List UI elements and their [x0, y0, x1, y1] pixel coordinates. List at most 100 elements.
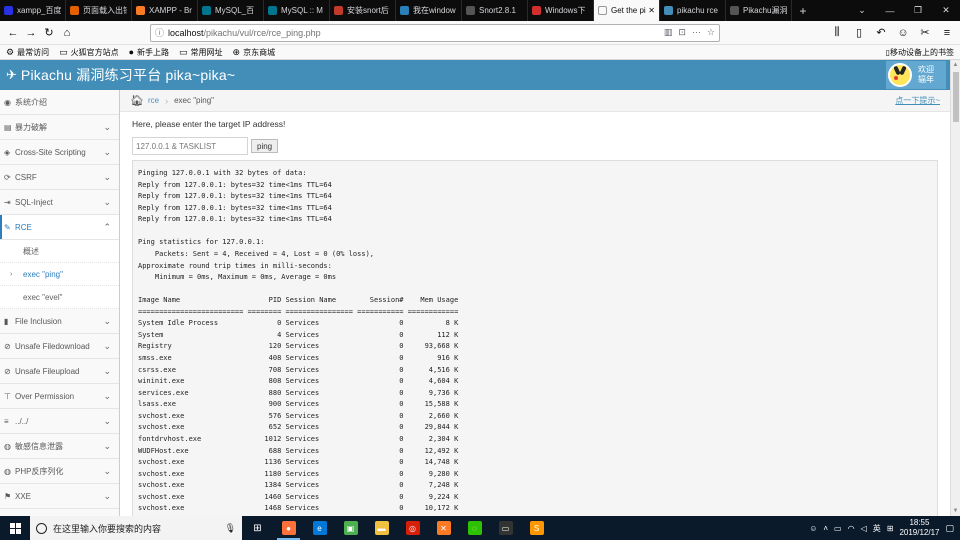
- bookmark-item[interactable]: ● 新手上路: [129, 47, 169, 58]
- page-scrollbar[interactable]: ▲ ▼: [950, 60, 960, 516]
- volume-icon[interactable]: ◁: [861, 524, 867, 533]
- notification-icon[interactable]: ▢: [945, 523, 954, 534]
- more-actions-icon[interactable]: ···: [692, 27, 701, 38]
- restore-icon[interactable]: ❐: [904, 0, 932, 21]
- browser-tab[interactable]: 我在window: [396, 0, 462, 21]
- minimize-icon[interactable]: —: [876, 0, 904, 21]
- start-button[interactable]: [0, 516, 30, 540]
- app-title[interactable]: Pikachu 漏洞练习平台 pika~pika~: [21, 65, 235, 85]
- url-bar[interactable]: ⓘ localhost/pikachu/vul/rce/rce_ping.php…: [150, 23, 720, 42]
- home-icon[interactable]: 🏠︎: [130, 94, 144, 107]
- taskbar-app[interactable]: ▬: [366, 516, 397, 540]
- account-icon[interactable]: ☺: [894, 24, 912, 42]
- sidebar-item[interactable]: ⇥ SQL-Inject ⌄: [0, 190, 119, 215]
- sidebar-item[interactable]: ▤ 暴力破解 ⌄: [0, 115, 119, 140]
- sidebar-toggle-icon[interactable]: ▯: [850, 24, 868, 42]
- close-tab-icon[interactable]: ✕: [648, 6, 655, 15]
- page-action-icon[interactable]: ⊡: [678, 27, 686, 38]
- screenshot-icon[interactable]: ✂: [916, 24, 934, 42]
- sidebar-item[interactable]: ≡ ../../ ⌄: [0, 409, 119, 434]
- back-icon[interactable]: ←: [4, 24, 22, 42]
- breadcrumb-rce-link[interactable]: rce: [148, 96, 159, 105]
- sidebar-item[interactable]: ⊤ Over Permission ⌄: [0, 384, 119, 409]
- library-icon[interactable]: ⫼: [828, 24, 846, 42]
- browser-tab[interactable]: Snort2.8.1: [462, 0, 528, 21]
- user-box[interactable]: 欢迎 辐年: [886, 61, 946, 89]
- taskbar-app[interactable]: ▭: [490, 516, 521, 540]
- sidebar-item[interactable]: ✎ RCE ⌃: [0, 215, 119, 240]
- browser-tab[interactable]: MySQL_百: [198, 0, 264, 21]
- sidebar-item[interactable]: ⊘ Unsafe Filedownload ⌄: [0, 334, 119, 359]
- hint-link[interactable]: 点一下提示~: [895, 95, 940, 106]
- sidebar-subitem[interactable]: 概述: [0, 240, 119, 263]
- sidebar-item[interactable]: ◉ 系统介绍: [0, 90, 119, 115]
- ping-button[interactable]: ping: [251, 139, 279, 153]
- scrollbar-thumb[interactable]: [953, 72, 959, 122]
- bookmark-item[interactable]: ⚙ 最常访问: [6, 47, 49, 58]
- menu-icon[interactable]: ≡: [938, 24, 956, 42]
- scroll-up-icon[interactable]: ▲: [951, 60, 960, 70]
- browser-tab[interactable]: XAMPP - Br: [132, 0, 198, 21]
- taskbar-app[interactable]: S: [521, 516, 552, 540]
- taskbar-app[interactable]: e: [304, 516, 335, 540]
- sidebar-subitem[interactable]: exec "evel": [0, 286, 119, 309]
- tab-favicon-icon: [664, 6, 673, 15]
- browser-tab[interactable]: pikachu rce: [660, 0, 726, 21]
- tab-title: Windows下: [545, 6, 586, 15]
- microphone-icon[interactable]: 🎙︎: [225, 523, 236, 534]
- site-info-icon[interactable]: ⓘ: [155, 26, 164, 39]
- taskbar-app[interactable]: ◌: [459, 516, 490, 540]
- close-window-icon[interactable]: ✕: [932, 0, 960, 21]
- browser-tab[interactable]: Windows下: [528, 0, 594, 21]
- taskbar-app[interactable]: ✕: [428, 516, 459, 540]
- sidebar-item[interactable]: ⊘ Unsafe Fileupload ⌄: [0, 359, 119, 384]
- ime-mode-icon[interactable]: ⊞: [887, 524, 894, 533]
- reload-icon[interactable]: ↻: [40, 24, 58, 42]
- people-icon[interactable]: ☺: [809, 524, 817, 533]
- reader-view-icon[interactable]: ▥: [664, 27, 673, 38]
- sidebar-item-label: Over Permission: [15, 391, 75, 401]
- windows-logo-icon: [9, 522, 21, 534]
- forward-icon[interactable]: →: [22, 24, 40, 42]
- sidebar-item[interactable]: ▮ File Inclusion ⌄: [0, 309, 119, 334]
- scroll-down-icon[interactable]: ▼: [951, 506, 960, 516]
- browser-tab[interactable]: Pikachu漏洞: [726, 0, 792, 21]
- breadcrumb-current: exec "ping": [174, 96, 215, 105]
- bookmark-item[interactable]: ⊕ 京东商城: [233, 47, 276, 58]
- browser-tab[interactable]: xampp_百度: [0, 0, 66, 21]
- browser-tab[interactable]: MySQL :: M: [264, 0, 330, 21]
- browser-tab[interactable]: 安装snort后: [330, 0, 396, 21]
- taskbar-app[interactable]: ◎: [397, 516, 428, 540]
- bookmark-star-icon[interactable]: ☆: [707, 27, 715, 38]
- sidebar-subitem-label: exec "evel": [23, 292, 63, 302]
- bookmark-item[interactable]: ▭ 常用网址: [179, 47, 223, 58]
- tab-favicon-icon: [466, 6, 475, 15]
- show-hidden-icons[interactable]: ˄: [823, 524, 828, 533]
- battery-icon[interactable]: ▭: [834, 524, 842, 533]
- sidebar-item[interactable]: ↪URL重定向⌄: [0, 509, 119, 516]
- taskbar-app[interactable]: ●: [273, 516, 304, 540]
- browser-tab[interactable]: Get the piki✕: [594, 0, 660, 21]
- sidebar-item[interactable]: ◍ PHP反序列化 ⌄: [0, 459, 119, 484]
- ip-input[interactable]: [132, 137, 248, 155]
- sidebar-item[interactable]: ◍ 敏感信息泄露 ⌄: [0, 434, 119, 459]
- clock[interactable]: 18:55 2019/12/17: [899, 518, 939, 538]
- sidebar-item[interactable]: ⚑ XXE ⌄: [0, 484, 119, 509]
- browser-tab[interactable]: 页面载入出错: [66, 0, 132, 21]
- taskbar-app[interactable]: ▣: [335, 516, 366, 540]
- home-icon[interactable]: ⌂: [58, 24, 76, 42]
- task-view-icon[interactable]: ⊞: [242, 516, 273, 540]
- bookmark-item[interactable]: ▭ 火狐官方站点: [59, 47, 119, 58]
- list-all-tabs-icon[interactable]: ⌄: [848, 0, 876, 21]
- sidebar-item[interactable]: ⟳ CSRF ⌄: [0, 165, 119, 190]
- undo-icon[interactable]: ↶: [872, 24, 890, 42]
- network-icon[interactable]: ◠: [848, 524, 855, 533]
- mobile-bookmarks[interactable]: ▯ 移动设备上的书签: [886, 47, 954, 58]
- sidebar-item[interactable]: ◈ Cross-Site Scripting ⌄: [0, 140, 119, 165]
- taskbar-search[interactable]: 在这里输入你要搜索的内容 🎙︎: [30, 516, 242, 540]
- new-tab-button[interactable]: +: [792, 0, 814, 21]
- ime-indicator[interactable]: 英: [873, 523, 881, 534]
- tab-list: xampp_百度 页面载入出错 XAMPP - Br MySQL_百 MySQL :: …: [0, 0, 792, 21]
- sidebar-subitem[interactable]: › exec "ping": [0, 263, 119, 286]
- traversal-icon: ≡: [4, 416, 9, 426]
